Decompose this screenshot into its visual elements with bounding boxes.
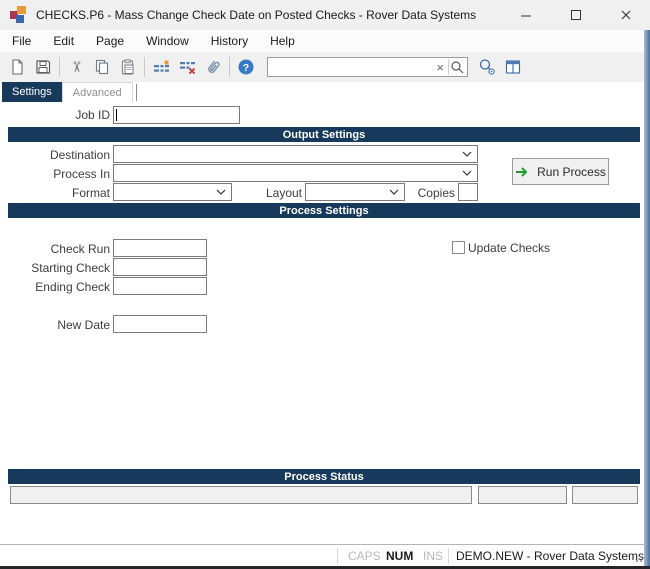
maximize-button[interactable] xyxy=(553,0,598,30)
insert-mode-indicator: INS xyxy=(423,549,443,563)
paste-icon xyxy=(119,58,137,76)
starting-check-label: Starting Check xyxy=(0,259,110,275)
starting-check-input[interactable] xyxy=(113,258,207,276)
copy-icon xyxy=(93,58,111,76)
menu-file[interactable]: File xyxy=(12,31,43,51)
check-run-label: Check Run xyxy=(0,240,110,256)
window-layout-icon xyxy=(504,58,522,76)
search-input[interactable] xyxy=(268,59,432,75)
process-status-field-3 xyxy=(572,486,638,504)
chevron-down-icon xyxy=(461,167,473,179)
run-arrow-icon xyxy=(515,166,531,178)
menu-window[interactable]: Window xyxy=(146,31,201,51)
format-label: Format xyxy=(0,184,110,200)
save-button[interactable] xyxy=(30,54,56,80)
close-icon xyxy=(620,9,632,21)
delete-row-icon xyxy=(178,58,197,76)
right-window-edge xyxy=(644,30,650,566)
new-document-icon xyxy=(8,58,26,76)
toolbar-separator xyxy=(144,57,145,77)
search-clear-icon[interactable]: × xyxy=(432,61,448,74)
paste-button[interactable] xyxy=(115,54,141,80)
statusbar-divider xyxy=(337,548,338,564)
copy-button[interactable] xyxy=(89,54,115,80)
num-lock-indicator: NUM xyxy=(386,549,413,563)
toolbar-separator xyxy=(59,57,60,77)
run-process-button[interactable]: Run Process xyxy=(512,158,609,185)
minimize-icon xyxy=(520,9,532,21)
lookup-eye-icon xyxy=(478,58,497,76)
destination-select[interactable] xyxy=(113,145,478,163)
chevron-down-icon xyxy=(461,148,473,160)
window-layout-button[interactable] xyxy=(500,54,526,80)
toolbar-separator xyxy=(229,57,230,77)
insert-row-button[interactable] xyxy=(148,54,174,80)
layout-label: Layout xyxy=(192,184,302,200)
search-icon[interactable] xyxy=(449,59,467,75)
update-checks-checkbox[interactable] xyxy=(452,241,465,254)
process-settings-header: Process Settings xyxy=(8,203,640,218)
job-id-input[interactable] xyxy=(113,106,240,124)
new-date-input[interactable] xyxy=(113,315,207,333)
copies-label: Copies xyxy=(345,184,455,200)
process-in-label: Process In xyxy=(0,165,110,181)
minimize-button[interactable] xyxy=(503,0,548,30)
destination-label: Destination xyxy=(0,146,110,162)
app-logo-icon xyxy=(10,6,28,24)
menu-page[interactable]: Page xyxy=(96,31,136,51)
run-process-label: Run Process xyxy=(537,165,606,179)
process-status-header: Process Status xyxy=(8,469,640,484)
tab-advanced[interactable]: Advanced xyxy=(62,82,133,102)
process-status-field xyxy=(10,486,472,504)
update-checks-label: Update Checks xyxy=(468,241,550,255)
window-title: CHECKS.P6 - Mass Change Check Date on Po… xyxy=(36,8,476,22)
caps-lock-indicator: CAPS xyxy=(348,549,381,563)
app-window: CHECKS.P6 - Mass Change Check Date on Po… xyxy=(0,0,650,569)
tab-strip: Settings Advanced xyxy=(2,82,137,102)
attachment-button[interactable] xyxy=(200,54,226,80)
toolbar: ✂ ? × xyxy=(0,52,650,82)
title-bar: CHECKS.P6 - Mass Change Check Date on Po… xyxy=(0,0,650,30)
menu-bar: File Edit Page Window History Help xyxy=(0,30,650,52)
job-id-label: Job ID xyxy=(0,106,110,122)
menu-history[interactable]: History xyxy=(211,31,260,51)
ending-check-label: Ending Check xyxy=(0,278,110,294)
insert-row-icon xyxy=(152,58,171,76)
process-in-select[interactable] xyxy=(113,164,478,182)
check-run-input[interactable] xyxy=(113,239,207,257)
new-button[interactable] xyxy=(4,54,30,80)
lookup-button[interactable] xyxy=(474,54,500,80)
statusbar-divider xyxy=(448,548,449,564)
process-status-field-2 xyxy=(478,486,567,504)
svg-text:?: ? xyxy=(243,62,249,74)
cut-button[interactable]: ✂ xyxy=(63,54,89,80)
status-bar: CAPS NUM INS DEMO.NEW - Rover Data Syste… xyxy=(0,544,650,566)
toolbar-search: × xyxy=(267,57,468,77)
close-button[interactable] xyxy=(603,0,648,30)
output-settings-header: Output Settings xyxy=(8,127,640,142)
tab-endcap xyxy=(136,84,137,101)
help-icon: ? xyxy=(237,58,255,76)
menu-edit[interactable]: Edit xyxy=(53,31,86,51)
menu-help[interactable]: Help xyxy=(270,31,307,51)
paperclip-icon xyxy=(200,54,225,79)
new-date-label: New Date xyxy=(0,316,110,332)
copies-input[interactable] xyxy=(458,183,478,201)
company-indicator: DEMO.NEW - Rover Data Systems xyxy=(456,549,644,563)
ending-check-input[interactable] xyxy=(113,277,207,295)
tab-settings[interactable]: Settings xyxy=(2,82,62,102)
maximize-icon xyxy=(570,9,582,21)
save-icon xyxy=(34,58,52,76)
help-button[interactable]: ? xyxy=(233,54,259,80)
text-caret xyxy=(116,109,117,121)
cut-icon: ✂ xyxy=(67,61,85,74)
delete-row-button[interactable] xyxy=(174,54,200,80)
